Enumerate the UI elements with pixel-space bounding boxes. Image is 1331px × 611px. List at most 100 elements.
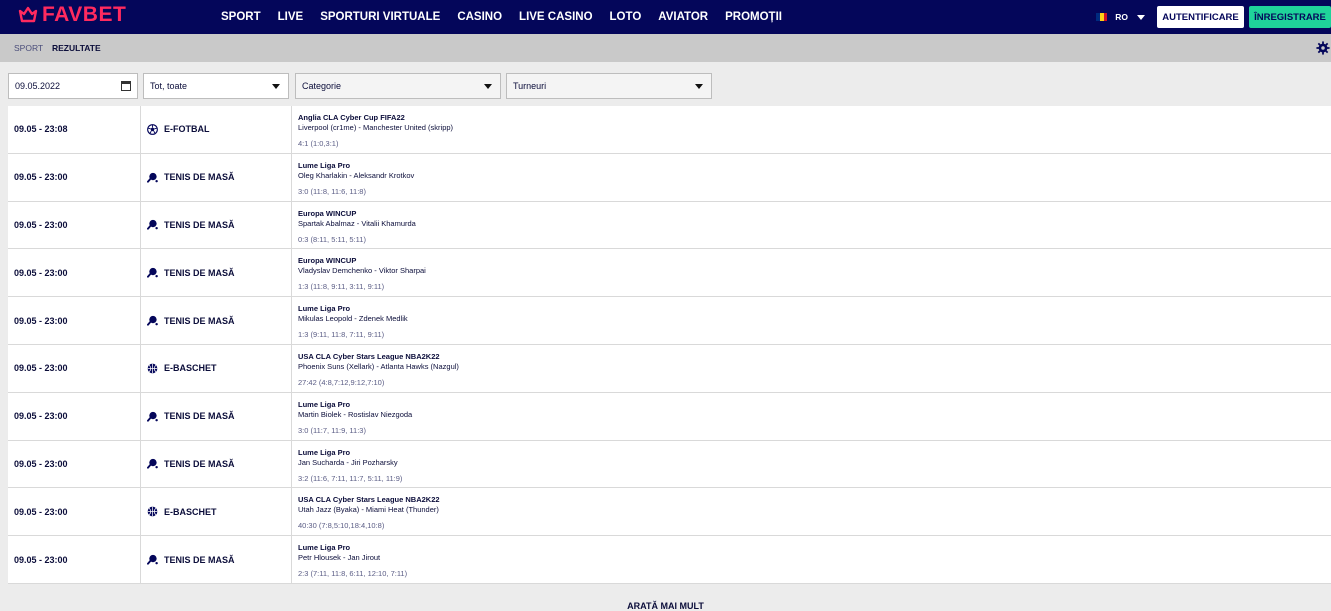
event-cell: Europa WINCUP Spartak Abalmaz - Vitalii K… — [298, 209, 416, 245]
table-row[interactable]: 09.05 - 23:00 TENIS DE MASĂ Lume Liga Pro P… — [8, 536, 1331, 584]
event-cell: Lume Liga Pro Martin Biolek - Rostislav N… — [298, 400, 412, 436]
match-time: 09.05 - 23:00 — [14, 411, 68, 422]
sport-name: TENIS DE MASĂ — [164, 219, 235, 230]
event-cell: USA CLA Cyber Stars League NBA2K22 Phoeni… — [298, 352, 459, 388]
tournaments-select[interactable]: Turneuri — [506, 73, 712, 99]
match-name: Mikulas Leopold - Zdenek Medlik — [298, 314, 408, 324]
table-tennis-icon — [147, 554, 158, 565]
nav-promotions[interactable]: PROMOȚII — [725, 11, 782, 23]
nav-live-casino[interactable]: LIVE CASINO — [519, 11, 592, 23]
table-tennis-icon — [147, 267, 158, 278]
match-score: 2:3 (7:11, 11:8, 6:11, 12:10, 7:11) — [298, 569, 408, 579]
gear-icon[interactable] — [1316, 41, 1330, 55]
match-score: 40:30 (7:8,5:10,18:4,10:8) — [298, 521, 385, 531]
table-row[interactable]: 09.05 - 23:00 TENIS DE MASĂ Lume Liga Pro M… — [8, 297, 1331, 345]
match-name: Utah Jazz (Byaka) - Miami Heat (Thunder) — [298, 505, 439, 515]
tournament-name: Europa WINCUP — [298, 208, 357, 218]
sport-name: TENIS DE MASĂ — [164, 458, 235, 469]
sport-cell: TENIS DE MASĂ — [140, 153, 292, 201]
chevron-down-icon — [272, 84, 280, 89]
tournament-name: Lume Liga Pro — [298, 543, 351, 553]
favbet-crown-icon — [18, 6, 38, 23]
match-score: 0:3 (8:11, 5:11, 5:11) — [298, 234, 366, 244]
breadcrumb-sport[interactable]: SPORT — [14, 43, 43, 53]
nav-loto[interactable]: LOTO — [610, 11, 642, 23]
match-name: Martin Biolek - Rostislav Niezgoda — [298, 409, 413, 419]
sport-name: TENIS DE MASĂ — [164, 411, 235, 422]
register-button[interactable]: ÎNREGISTRARE — [1249, 6, 1331, 28]
table-row[interactable]: 09.05 - 23:00 TENIS DE MASĂ Lume Liga Pro J… — [8, 440, 1331, 489]
romania-flag-icon — [1096, 13, 1108, 21]
language-label: RO — [1115, 12, 1128, 22]
table-row[interactable]: 09.05 - 23:08 E-FOTBAL Anglia CLA Cyber Cu… — [8, 106, 1331, 154]
match-name: Petr Hlousek - Jan Jirout — [298, 553, 381, 563]
event-cell: Lume Liga Pro Jan Sucharda - Jiri Pozhars… — [298, 448, 402, 484]
main-nav: SPORT LIVE SPORTURI VIRTUALE CASINO LIVE… — [221, 0, 799, 34]
status-select[interactable]: Tot, toate — [143, 73, 289, 99]
table-row[interactable]: 09.05 - 23:00 E-BASCHET USA CLA Cyber Star… — [8, 488, 1331, 537]
nav-virtual-sports[interactable]: SPORTURI VIRTUALE — [320, 11, 440, 23]
table-row[interactable]: 09.05 - 23:00 TENIS DE MASĂ Europa WINCUP V… — [8, 249, 1331, 298]
match-name: Oleg Kharlakin - Aleksandr Krotkov — [298, 170, 415, 180]
match-name: Spartak Abalmaz - Vitalii Khamurda — [298, 218, 416, 228]
sport-cell: TENIS DE MASĂ — [140, 392, 292, 440]
table-row[interactable]: 09.05 - 23:00 TENIS DE MASĂ Lume Liga Pro M… — [8, 392, 1331, 441]
tournaments-value: Turneuri — [513, 81, 547, 91]
table-row[interactable]: 09.05 - 23:00 TENIS DE MASĂ Lume Liga Pro O… — [8, 153, 1331, 202]
favbet-logo[interactable]: FAVBET — [18, 3, 126, 27]
sport-cell: TENIS DE MASĂ — [140, 297, 292, 344]
match-time: 09.05 - 23:00 — [14, 363, 68, 374]
logo-text: FAVBET — [42, 3, 127, 26]
event-cell: Anglia CLA Cyber Cup FIFA22 Liverpool (cr… — [298, 113, 453, 149]
sport-cell: E-BASCHET — [140, 488, 292, 536]
match-name: Liverpool (cr1me) - Manchester United (s… — [298, 123, 454, 132]
match-name: Phoenix Suns (Xellark) - Atlanta Hawks (… — [298, 361, 459, 371]
nav-live[interactable]: LIVE — [278, 11, 304, 23]
match-time: 09.05 - 23:08 — [14, 124, 68, 135]
sport-name: E-BASCHET — [164, 363, 217, 374]
event-cell: Lume Liga Pro Mikulas Leopold - Zdenek Me… — [298, 304, 408, 340]
sport-cell: TENIS DE MASĂ — [140, 536, 292, 583]
sport-name: TENIS DE MASĂ — [164, 554, 235, 565]
match-score: 3:0 (11:7, 11:9, 11:3) — [298, 425, 366, 435]
sport-name: TENIS DE MASĂ — [164, 267, 235, 278]
sport-cell: E-FOTBAL — [140, 106, 292, 153]
category-value: Categorie — [302, 81, 342, 91]
sport-name: TENIS DE MASĂ — [164, 315, 235, 326]
chevron-down-icon — [695, 84, 703, 89]
table-row[interactable]: 09.05 - 23:00 TENIS DE MASĂ Europa WINCUP S… — [8, 201, 1331, 250]
tournament-name: USA CLA Cyber Stars League NBA2K22 — [298, 351, 440, 361]
tournament-name: Lume Liga Pro — [298, 447, 351, 457]
table-tennis-icon — [147, 458, 158, 470]
match-time: 09.05 - 23:00 — [14, 554, 68, 565]
match-score: 1:3 (9:11, 11:8, 7:11, 9:11) — [298, 330, 385, 340]
match-time: 09.05 - 23:00 — [14, 506, 68, 517]
match-time: 09.05 - 23:00 — [14, 315, 68, 326]
nav-aviator[interactable]: AVIATOR — [658, 11, 708, 23]
chevron-down-icon — [484, 84, 492, 89]
status-value: Tot, toate — [150, 81, 188, 91]
language-selector[interactable]: RO — [1096, 12, 1145, 22]
match-score: 1:3 (11:8, 9:11, 3:11, 9:11) — [298, 282, 385, 292]
soccer-ball-icon — [147, 123, 158, 135]
tournament-name: Lume Liga Pro — [298, 160, 351, 170]
tournament-name: Lume Liga Pro — [298, 399, 351, 409]
category-select[interactable]: Categorie — [295, 73, 501, 99]
table-tennis-icon — [147, 172, 158, 183]
nav-sport[interactable]: SPORT — [221, 11, 261, 23]
calendar-icon[interactable] — [121, 81, 131, 91]
match-score: 4:1 (1:0,3:1) — [298, 139, 339, 148]
tournament-name: Europa WINCUP — [298, 256, 357, 266]
nav-casino[interactable]: CASINO — [457, 11, 502, 23]
basketball-icon — [147, 506, 158, 517]
show-more-button[interactable]: ARATĂ MAI MULT — [0, 601, 1331, 611]
chevron-down-icon — [1137, 14, 1145, 20]
sport-cell: TENIS DE MASĂ — [140, 440, 292, 488]
match-score: 3:2 (11:6, 7:11, 11:7, 5:11, 11:9) — [298, 473, 403, 483]
table-row[interactable]: 09.05 - 23:00 E-BASCHET USA CLA Cyber Star… — [8, 344, 1331, 393]
tournament-name: Lume Liga Pro — [298, 304, 351, 314]
match-time: 09.05 - 23:00 — [14, 458, 68, 469]
top-header: FAVBET SPORT LIVE SPORTURI VIRTUALE CASI… — [0, 0, 1331, 34]
date-picker[interactable]: 09.05.2022 — [8, 73, 138, 99]
login-button[interactable]: AUTENTIFICARE — [1157, 6, 1244, 28]
